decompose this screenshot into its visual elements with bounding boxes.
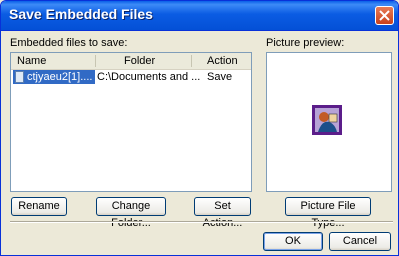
title-bar[interactable]: Save Embedded Files	[1, 1, 398, 31]
rename-button[interactable]: Rename	[11, 197, 67, 216]
close-icon	[379, 10, 390, 21]
picture-preview	[266, 52, 392, 192]
divider	[10, 221, 393, 223]
column-header-folder[interactable]: Folder	[124, 55, 155, 67]
column-header-name[interactable]: Name	[17, 55, 46, 67]
set-action-button[interactable]: Set Action...	[194, 197, 251, 229]
cancel-button[interactable]: Cancel	[329, 232, 391, 251]
picture-file-type-button[interactable]: Picture File Type...	[285, 197, 371, 229]
files-list-label: Embedded files to save:	[10, 37, 128, 49]
close-button[interactable]	[375, 6, 394, 25]
ok-button[interactable]: OK	[263, 232, 323, 251]
list-item[interactable]: ctjyaeu2[1].... C:\Documents and ... Sav…	[11, 70, 251, 84]
change-folder-button[interactable]: Change Folder...	[96, 197, 166, 229]
window-title: Save Embedded Files	[9, 6, 153, 22]
selected-file-name[interactable]: ctjyaeu2[1]....	[13, 70, 95, 84]
embedded-files-list[interactable]: Name Folder Action ctjyaeu2[1].... C:\Do…	[10, 52, 252, 192]
file-action: Save	[207, 71, 233, 83]
file-folder: C:\Documents and ...	[97, 71, 201, 83]
column-header-action[interactable]: Action	[207, 55, 238, 67]
save-embedded-files-dialog: Save Embedded Files Embedded files to sa…	[0, 0, 399, 256]
preview-label: Picture preview:	[266, 37, 345, 49]
clipart-thumbnail-icon	[312, 105, 342, 135]
list-header: Name Folder Action	[11, 53, 251, 70]
file-icon	[15, 71, 24, 83]
